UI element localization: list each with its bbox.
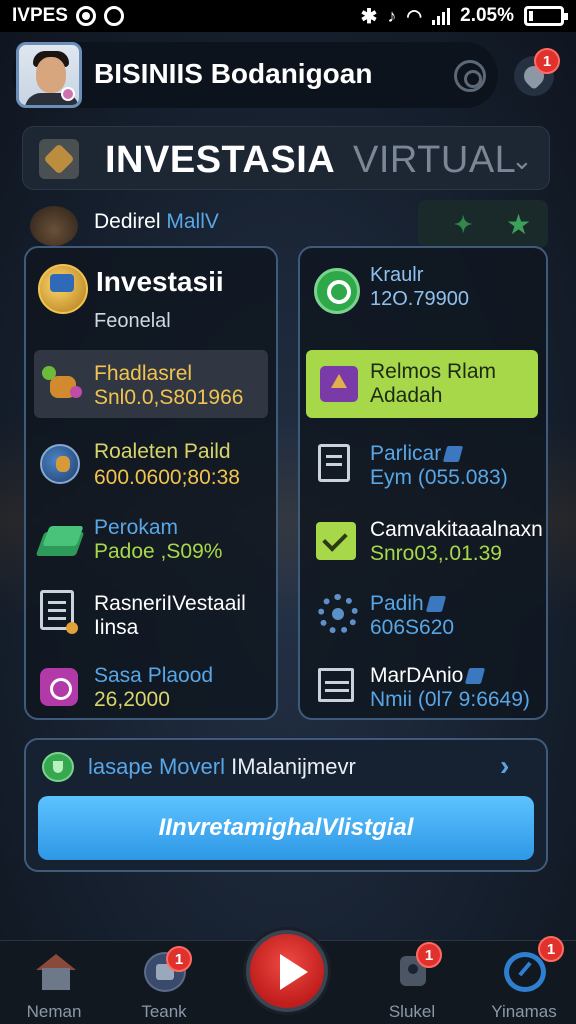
target-icon[interactable] [454,60,486,92]
wifi-icon: ◠ [406,5,423,26]
primary-action-line2: Adadah [370,384,443,407]
left-item-label[interactable]: Perokam [94,516,178,540]
mute-icon: ♪ [387,5,397,26]
subrow-action-button[interactable]: ✦ ★ [418,200,548,248]
play-button[interactable] [246,930,328,1012]
right-item-value: 606S620 [370,616,455,639]
mentor-avatar[interactable] [30,206,78,246]
record-icon [75,6,96,26]
avatar-face [36,57,66,93]
purple-box-icon [40,668,78,706]
investment-subtitle: Feonelal [94,310,171,332]
notification-badge: 1 [534,48,560,74]
right-item-label[interactable]: Padih [370,592,446,616]
globe-icon [40,444,80,484]
clock-icon [504,952,546,992]
edit-icon[interactable] [443,446,464,463]
right-item-label[interactable]: Camvakitaaalnaxn [370,518,543,542]
nav-label: Teank [141,1002,187,1021]
carrier-label: IVPES [12,5,68,26]
promo-label-b: IMalanijmevr [231,754,356,779]
right-item-label-text: Padih [370,592,424,615]
right-item-label[interactable]: Parlicar [370,442,464,466]
battery-level [529,11,533,21]
home-icon [34,952,76,992]
nav-badge: 1 [166,946,192,972]
promo-label[interactable]: lasape Moverl IMalanijmevr [88,754,356,780]
right-item-value: Nmii (0l7 9:6649) [370,688,530,711]
nav-label: Yinamas [491,1002,557,1021]
animal-icon [42,362,86,402]
sync-icon [103,6,124,26]
cash-icon [35,524,85,564]
left-item-label[interactable]: Sasa Plaood [94,664,213,688]
shield-icon [42,752,74,782]
investment-title: Investasii [96,266,224,297]
title-dropdown[interactable]: INVESTASIA VIRTUAL ⌄ [22,126,550,190]
avatar-status-icon [61,87,75,101]
nav-item-home[interactable]: Neman [4,944,104,1024]
document-icon [40,590,78,634]
chevron-right-icon[interactable]: › [500,750,509,782]
battery-icon [524,6,568,26]
left-item-value: Snl0.0,S801966 [94,386,244,409]
check-icon [316,522,356,560]
chevron-down-icon: ⌄ [511,145,533,175]
status-bar: IVPES ✱ ♪ ◠ 2.05% [0,0,576,32]
left-item-label: Fhadlasrel [94,362,193,385]
left-item-value: Padoe ,S09% [94,540,223,563]
right-item-value: Eym (055.083) [370,466,508,489]
bluetooth-icon: ✱ [360,5,378,28]
left-item-label[interactable]: RasneriIVestaail [94,592,246,616]
left-item-label[interactable]: Roaleten Paild [94,440,231,464]
subrow-label-a: Dedirel [94,210,161,233]
left-item-value: 26,2000 [94,688,170,711]
upload-icon [320,366,358,402]
brand-logo-icon [39,139,79,179]
search-icon[interactable] [314,268,360,314]
subrow-label-b: MallV [166,210,219,233]
clipboard-icon [318,444,356,486]
left-item-value: Iinsa [94,616,139,639]
promo-label-a: lasape Moverl [88,754,225,779]
nav-label: Slukel [388,1002,436,1021]
user-avatar[interactable] [16,42,82,108]
right-item-label-text: MarDAnio [370,664,464,687]
right-head-value: 12O.79900 [370,288,469,310]
nav-badge: 1 [538,936,564,962]
nav-label: Neman [26,1002,82,1021]
primary-action-button[interactable]: Relmos Rlam Adadah [306,350,538,418]
battery-percent: 2.05% [460,5,514,26]
left-item-value: 600.0600;80:38 [94,466,240,489]
primary-action-line1: Relmos Rlam [370,360,497,383]
edit-icon[interactable] [465,668,486,685]
money-icon [318,668,358,706]
nav-item-stroke[interactable]: Slukel [362,944,462,1024]
right-head-label: Kraulr [370,264,424,286]
right-item-value: Snro03,.01.39 [370,542,502,565]
right-item-label-text: Parlicar [370,442,442,465]
title-main: INVESTASIA [105,139,336,181]
right-item-label[interactable]: MarDAnio [370,664,486,688]
edit-icon[interactable] [425,596,446,613]
coin-icon [38,264,88,314]
nav-item-tank[interactable]: Teank [114,944,214,1024]
app-title: BISINIIS Bodanigoan [94,58,373,89]
title-secondary: VIRTUAL [353,139,517,181]
invest-cta-button[interactable]: IInvretamighalVlistgial [38,796,534,860]
grid-icon: ✦ [454,212,473,237]
subrow-label: Dedirel MallV [94,210,219,234]
star-icon: ★ [506,209,532,240]
nav-badge: 1 [416,942,442,968]
gear-icon [318,594,358,634]
signal-icon [432,7,451,25]
